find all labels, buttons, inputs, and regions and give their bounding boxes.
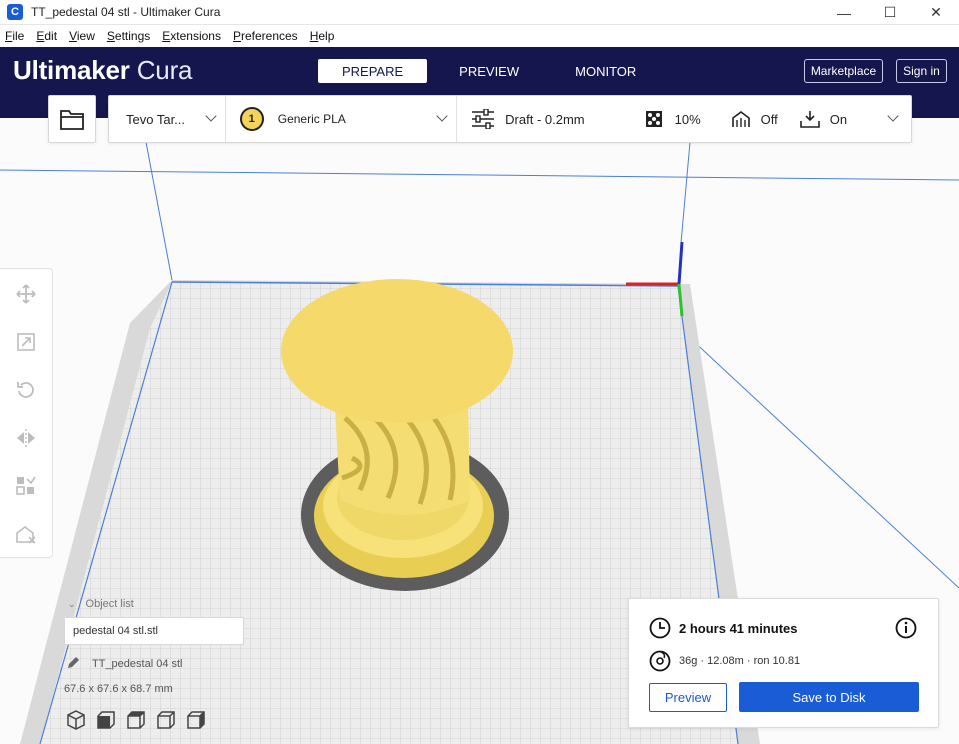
- mirror-tool[interactable]: [15, 427, 37, 449]
- scale-tool[interactable]: [15, 331, 37, 353]
- object-list-toggle[interactable]: ⌄ Object list: [68, 598, 134, 610]
- adhesion-icon: [799, 111, 820, 128]
- adhesion-value: On: [829, 111, 848, 127]
- pencil-icon[interactable]: [66, 656, 80, 675]
- cube-right-icon: [187, 711, 205, 729]
- chevron-down-icon: [436, 110, 448, 122]
- open-file-button[interactable]: [48, 95, 96, 143]
- print-settings-selector[interactable]: Draft - 0.2mm 10% Off On: [457, 96, 911, 142]
- rotate-icon: [17, 382, 34, 398]
- menu-file[interactable]: File: [3, 29, 26, 43]
- menu-settings-mnemonic: S: [106, 29, 115, 43]
- print-setup-bar: Tevo Tar... 1 Generic PLA Draft - 0.2mm …: [108, 95, 912, 143]
- clock-icon: [649, 617, 671, 639]
- preview-button[interactable]: Preview: [649, 683, 727, 712]
- cube-left-icon: [157, 711, 175, 729]
- menu-help-label: elp: [318, 29, 335, 43]
- tab-prepare[interactable]: PREPARE: [318, 59, 428, 83]
- volume-edge: [0, 169, 959, 181]
- material-name: Generic PLA: [277, 112, 346, 126]
- scale-icon: [17, 333, 35, 351]
- support-icon: [731, 111, 750, 127]
- front-view-button[interactable]: [96, 710, 116, 730]
- chevron-down-icon: ⌄: [68, 599, 76, 609]
- support-blocker-icon: [16, 526, 36, 544]
- menu-view[interactable]: View: [67, 29, 97, 43]
- menu-extensions[interactable]: Extensions: [160, 29, 223, 43]
- per-model-settings-icon: [16, 476, 36, 495]
- brand-product: Cura: [129, 55, 193, 85]
- cura-app-icon: C: [7, 4, 23, 20]
- close-button[interactable]: ✕: [913, 0, 959, 25]
- infill-icon: [645, 111, 662, 127]
- menu-settings[interactable]: Settings: [105, 29, 152, 43]
- save-to-disk-button[interactable]: Save to Disk: [739, 682, 919, 712]
- sign-in-button[interactable]: Sign in: [896, 59, 947, 83]
- tab-preview[interactable]: PREVIEW: [435, 59, 543, 83]
- support-blocker-tool[interactable]: [15, 523, 37, 545]
- printer-name: Tevo Tar...: [126, 111, 186, 127]
- folder-icon: [60, 110, 84, 130]
- menu-preferences-mnemonic: P: [232, 29, 241, 43]
- per-model-settings-tool[interactable]: [15, 475, 37, 497]
- brand-logo: Ultimaker Cura: [13, 55, 192, 86]
- move-tool[interactable]: [15, 283, 37, 305]
- cube-front-icon: [97, 711, 115, 729]
- cube-3d-icon: [67, 710, 85, 730]
- right-view-button[interactable]: [186, 710, 206, 730]
- rotate-tool[interactable]: [15, 379, 37, 401]
- left-view-button[interactable]: [156, 710, 176, 730]
- menu-help[interactable]: Help: [308, 29, 337, 43]
- maximize-button[interactable]: ☐: [867, 0, 913, 25]
- info-icon[interactable]: [895, 617, 917, 639]
- window-title: TT_pedestal 04 stl - Ultimaker Cura: [31, 5, 221, 19]
- minimize-button[interactable]: —: [821, 0, 867, 25]
- volume-edge: [680, 141, 691, 244]
- sliders-icon: [472, 109, 495, 129]
- model-top: [281, 279, 513, 423]
- printer-selector[interactable]: Tevo Tar...: [109, 96, 226, 142]
- menu-edit-label: dit: [44, 29, 58, 43]
- infill-value: 10%: [674, 111, 701, 127]
- volume-edge: [145, 141, 173, 281]
- tab-monitor[interactable]: MONITOR: [551, 59, 660, 83]
- menu-view-mnemonic: V: [69, 29, 77, 43]
- mirror-icon: [17, 429, 35, 447]
- camera-view-buttons: [66, 710, 216, 730]
- spool-icon: [649, 650, 671, 672]
- material-selector[interactable]: 1 Generic PLA: [226, 96, 458, 142]
- tool-panel: [0, 268, 53, 558]
- material-usage: 36g · 12.08m · ron 10.81: [679, 655, 801, 667]
- top-view-button[interactable]: [126, 710, 146, 730]
- object-list-item[interactable]: pedestal 04 stl.stl: [64, 617, 244, 645]
- menu-settings-label: ettings: [114, 29, 151, 43]
- z-axis: [677, 241, 684, 285]
- print-info-panel: 2 hours 41 minutes 36g · 12.08m · ron 10…: [628, 598, 939, 728]
- object-name: TT_pedestal 04 stl: [92, 658, 183, 670]
- move-icon: [16, 284, 36, 304]
- menu-preferences[interactable]: Preferences: [231, 29, 300, 43]
- window-titlebar: C TT_pedestal 04 stl - Ultimaker Cura — …: [0, 0, 959, 25]
- cube-top-icon: [127, 711, 145, 729]
- menu-extensions-label: xtensions: [170, 29, 221, 43]
- 3d-view-button[interactable]: [66, 710, 86, 730]
- menu-preferences-label: references: [240, 29, 298, 43]
- chevron-down-icon: [887, 110, 899, 122]
- brand-name: Ultimaker: [13, 55, 130, 85]
- object-list-label: Object list: [85, 598, 134, 610]
- menu-file-label: ile: [12, 29, 25, 43]
- object-dimensions: 67.6 x 67.6 x 68.7 mm: [64, 683, 173, 695]
- menu-edit[interactable]: Edit: [34, 29, 59, 43]
- extruder-badge: 1: [239, 107, 264, 131]
- print-time: 2 hours 41 minutes: [679, 621, 798, 636]
- marketplace-button[interactable]: Marketplace: [804, 59, 883, 83]
- support-value: Off: [760, 111, 778, 127]
- chevron-down-icon: [205, 110, 217, 122]
- stage-tabs: PREPARE PREVIEW MONITOR: [318, 59, 668, 83]
- menu-bar: File Edit View Settings Extensions Prefe…: [0, 25, 959, 47]
- profile-name: Draft - 0.2mm: [505, 111, 585, 127]
- menu-view-label: iew: [76, 29, 95, 43]
- window-controls: — ☐ ✕: [821, 0, 959, 25]
